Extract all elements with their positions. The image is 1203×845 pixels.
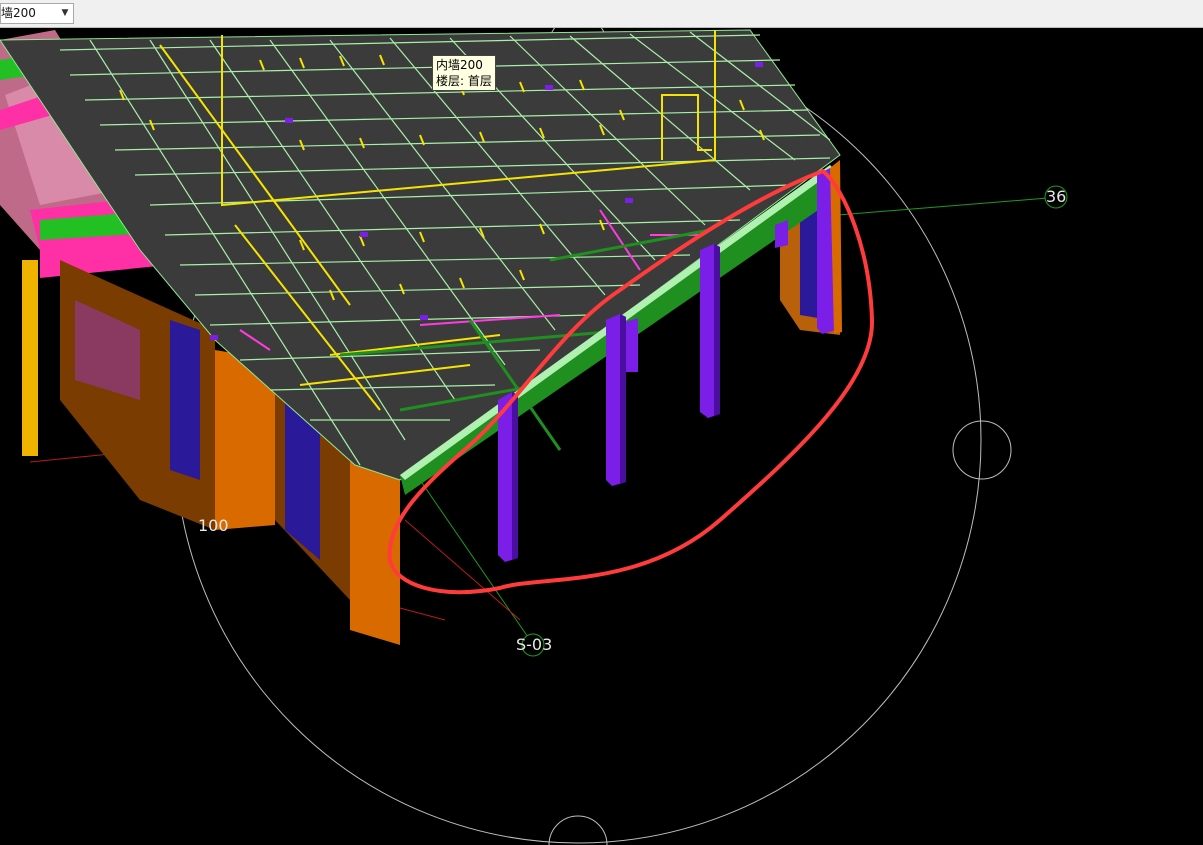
tooltip-element-name: 内墙200: [436, 58, 483, 72]
orbit-handle-right[interactable]: [952, 420, 1012, 480]
orbit-handle-bottom[interactable]: [548, 815, 608, 845]
element-tooltip: 内墙200 楼层: 首层: [432, 55, 496, 91]
3d-viewport[interactable]: 内墙200 楼层: 首层 36 100 S-03: [0, 28, 1203, 845]
component-select[interactable]: 墙200 ▼: [0, 3, 74, 24]
orange-wall-front: [350, 460, 400, 645]
toolbar: 墙200 ▼: [0, 0, 1203, 28]
chevron-down-icon[interactable]: ▼: [59, 4, 71, 23]
tooltip-floor: 楼层: 首层: [436, 74, 492, 88]
component-select-value: 墙200: [1, 6, 36, 20]
yellow-column-left: [22, 260, 38, 456]
axis-line-red-2: [399, 607, 446, 621]
axis-label-100: 100: [198, 516, 229, 535]
axis-label-36: 36: [1046, 187, 1067, 206]
window-left-2: [170, 320, 200, 480]
axis-line-36: [837, 196, 1061, 216]
axis-label-s03: S-03: [516, 635, 553, 654]
3d-model-view[interactable]: [0, 28, 1203, 845]
